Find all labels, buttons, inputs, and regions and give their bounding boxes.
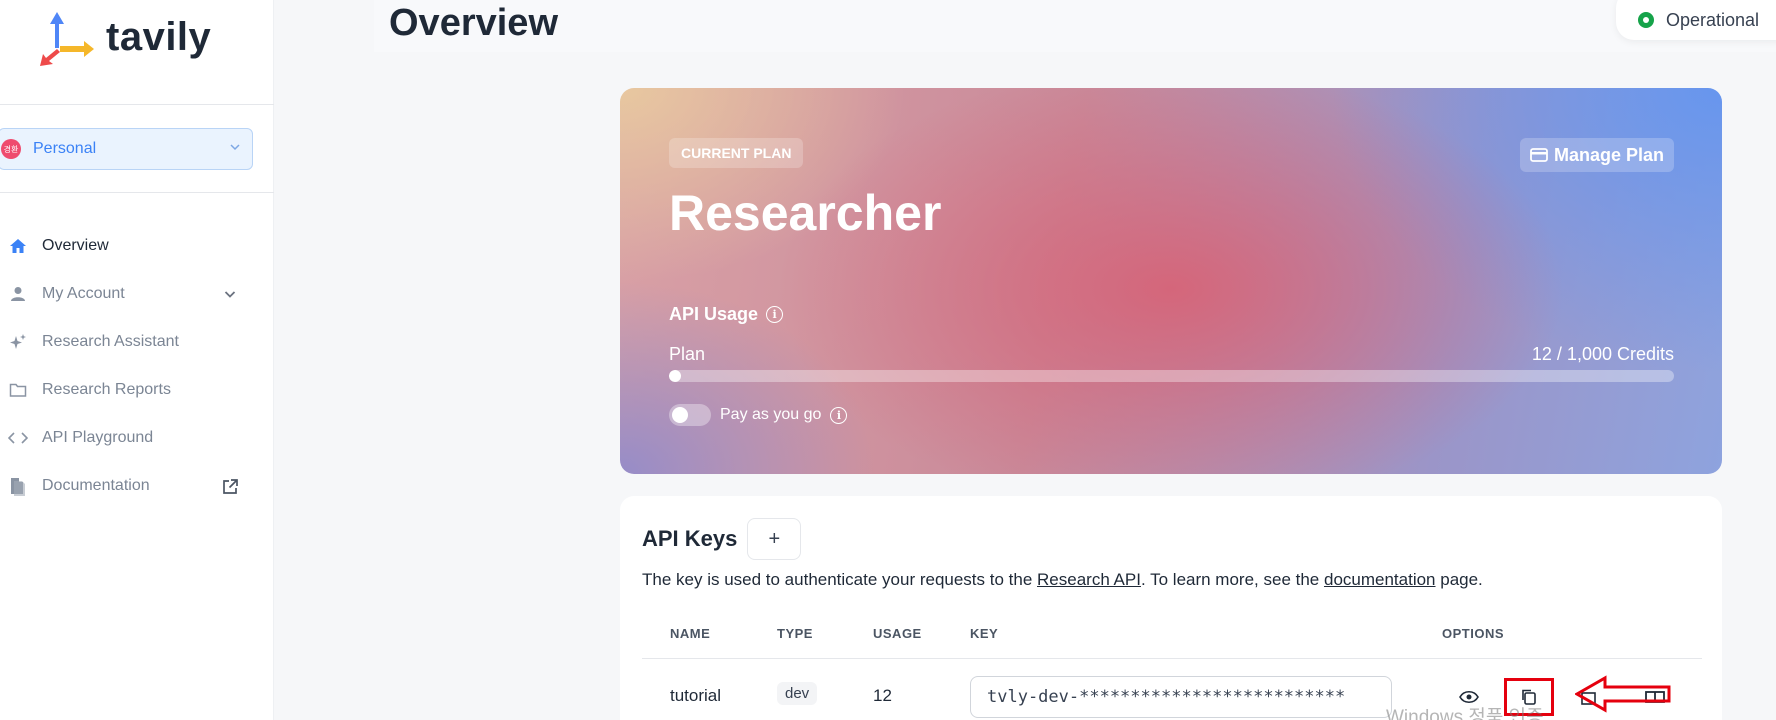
desc-text: . To learn more, see the [1140, 570, 1324, 589]
api-usage-title: API Usage i [669, 304, 784, 325]
home-icon [8, 236, 28, 256]
credits-text: 12 / 1,000 Credits [1531, 344, 1674, 364]
api-keys-title: API Keys [642, 526, 738, 551]
column-header-type: TYPE [777, 626, 813, 641]
sidebar-item-label: API Playground [42, 429, 154, 446]
column-header-name: NAME [670, 626, 711, 641]
api-key-field[interactable]: tvly-dev-************************** [970, 676, 1392, 718]
sidebar-item-research-reports[interactable]: Research Reports [0, 366, 274, 414]
workspace-avatar: 경환 [1, 139, 21, 159]
column-header-key: KEY [970, 626, 999, 641]
sidebar-item-label: Research Reports [42, 381, 171, 398]
column-header-usage: USAGE [873, 626, 922, 641]
api-keys-header: API Keys + [642, 518, 802, 560]
add-api-key-button[interactable]: + [747, 518, 802, 560]
credit-card-icon [1530, 148, 1548, 162]
workspace-label: Personal [33, 140, 97, 157]
manage-plan-label: Manage Plan [1553, 144, 1664, 165]
usage-progress-bar [669, 370, 1674, 382]
pay-as-you-go-label: Pay as you go [720, 406, 822, 423]
api-usage-label: API Usage [669, 304, 759, 324]
sidebar-item-research-assistant[interactable]: Research Assistant [0, 318, 274, 366]
current-plan-card: CURRENT PLAN Manage Plan Researcher API … [620, 88, 1722, 474]
chevron-down-icon [230, 141, 240, 155]
pay-as-you-go-row: Pay as you go i [669, 404, 848, 426]
sidebar-nav: Overview My Account Research Assistant R… [0, 222, 274, 510]
info-icon[interactable]: i [830, 406, 848, 424]
sidebar-divider [0, 192, 274, 193]
key-name-cell: tutorial [670, 686, 722, 705]
info-icon[interactable]: i [766, 306, 784, 323]
sidebar-item-api-playground[interactable]: API Playground [0, 414, 274, 462]
sidebar-item-label: My Account [42, 285, 125, 302]
chevron-down-icon[interactable] [220, 284, 240, 304]
status-text: Operational [1666, 9, 1760, 30]
api-keys-card: API Keys + The key is used to authentica… [620, 496, 1722, 720]
plan-usage-label: Plan [669, 344, 706, 364]
pay-as-you-go-toggle[interactable] [669, 404, 711, 426]
workspace-selector[interactable]: 경환 Personal [0, 128, 253, 170]
plan-name: Researcher [669, 185, 942, 241]
sidebar-divider [0, 104, 274, 105]
user-icon [8, 284, 28, 304]
manage-plan-button[interactable]: Manage Plan [1519, 138, 1674, 172]
annotation-arrow-icon [1575, 675, 1671, 713]
usage-progress-fill [669, 370, 682, 382]
sidebar-item-documentation[interactable]: Documentation [0, 462, 274, 510]
document-icon [8, 476, 28, 496]
code-icon [8, 428, 28, 448]
header-bar [374, 0, 1776, 52]
tavily-logo[interactable]: tavily [38, 8, 211, 66]
tavily-logo-mark-icon [40, 12, 94, 66]
api-keys-description: The key is used to authenticate your req… [642, 570, 1483, 590]
table-divider [642, 658, 1702, 659]
desc-text: The key is used to authenticate your req… [642, 570, 1038, 589]
key-type-badge: dev [777, 682, 818, 705]
folder-icon [8, 380, 28, 400]
desc-text: page. [1435, 570, 1483, 589]
key-usage-cell: 12 [873, 686, 892, 705]
brand-name: tavily [106, 14, 212, 59]
sidebar-item-label: Research Assistant [42, 333, 179, 350]
sidebar-item-my-account[interactable]: My Account [0, 270, 274, 318]
page-title: Overview [389, 2, 558, 44]
status-indicator[interactable]: Operational [1616, 0, 1776, 40]
documentation-link[interactable]: documentation [1324, 570, 1436, 589]
windows-activation-watermark: Windows 정품 인증 [1386, 707, 1544, 720]
sidebar-item-overview[interactable]: Overview [0, 222, 274, 270]
sidebar: tavily 경환 Personal Overview My Account R… [0, 0, 274, 720]
external-link-icon[interactable] [220, 476, 240, 496]
current-plan-badge: CURRENT PLAN [669, 138, 804, 168]
sidebar-item-label: Overview [42, 237, 109, 254]
column-header-options: OPTIONS [1442, 626, 1505, 641]
status-dot-icon [1638, 12, 1654, 28]
sidebar-item-label: Documentation [42, 477, 150, 494]
sparkles-icon [8, 332, 28, 352]
research-api-link[interactable]: Research API [1037, 570, 1141, 589]
